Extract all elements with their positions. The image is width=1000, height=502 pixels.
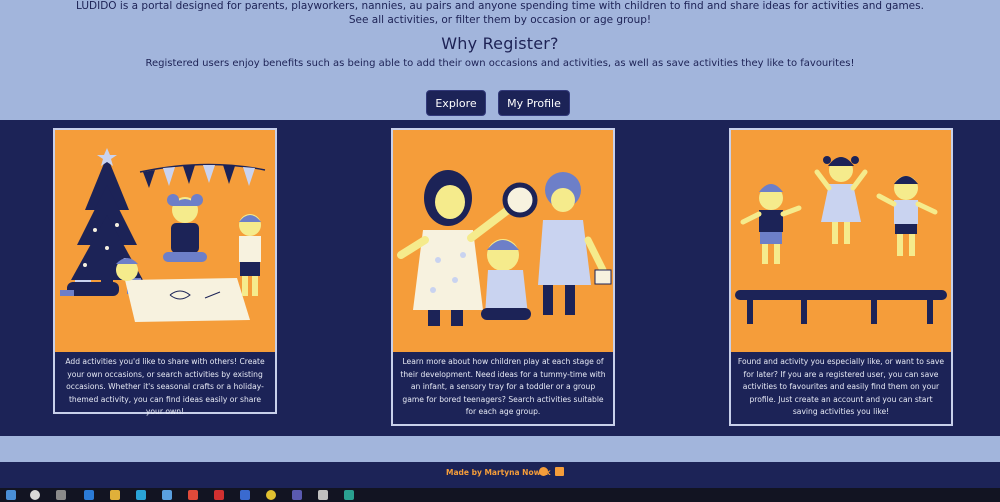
favourites-card-text: Found and activity you especially like, … — [737, 357, 945, 416]
mail-icon[interactable] — [84, 490, 94, 500]
app4-icon[interactable] — [344, 490, 354, 500]
footer-credit: Made by Martyna Nowak — [446, 468, 551, 477]
feature-card-favourites: Found and activity you especially like, … — [729, 128, 953, 426]
linkedin-icon[interactable] — [555, 467, 564, 476]
why-register-heading: Why Register? — [441, 34, 559, 53]
teams-icon[interactable] — [292, 490, 302, 500]
feature-card-occasions: Add activities you'd like to share with … — [53, 128, 277, 416]
opera-icon[interactable] — [214, 490, 224, 500]
app3-icon[interactable] — [318, 490, 328, 500]
hero-section: LUDIDO is a portal designed for parents,… — [0, 0, 1000, 120]
start-icon[interactable] — [6, 490, 16, 500]
favourites-illustration — [731, 130, 951, 352]
store-icon[interactable] — [162, 490, 172, 500]
os-taskbar — [0, 488, 1000, 502]
intro-text: LUDIDO is a portal designed for parents,… — [76, 0, 924, 12]
github-icon[interactable] — [539, 467, 548, 476]
explore-button[interactable]: Explore — [426, 90, 486, 116]
occasions-card-text: Add activities you'd like to share with … — [65, 357, 265, 416]
occasions-illustration — [55, 130, 275, 352]
app-icon[interactable] — [188, 490, 198, 500]
my-profile-button[interactable]: My Profile — [498, 90, 570, 116]
age-groups-card-text: Learn more about how children play at ea… — [400, 357, 606, 416]
chrome-icon[interactable] — [266, 490, 276, 500]
age-groups-illustration — [393, 130, 613, 352]
register-benefits-text: Registered users enjoy benefits such as … — [145, 58, 855, 69]
spacer-strip — [0, 436, 1000, 462]
task-view-icon[interactable] — [56, 490, 66, 500]
intro-subtext: See all activities, or filter them by oc… — [348, 14, 652, 26]
feature-card-age-groups: Learn more about how children play at ea… — [391, 128, 615, 426]
file-explorer-icon[interactable] — [110, 490, 120, 500]
footer: Made by Martyna Nowak — [0, 462, 1000, 488]
edge-icon[interactable] — [136, 490, 146, 500]
app2-icon[interactable] — [240, 490, 250, 500]
search-icon[interactable] — [30, 490, 40, 500]
